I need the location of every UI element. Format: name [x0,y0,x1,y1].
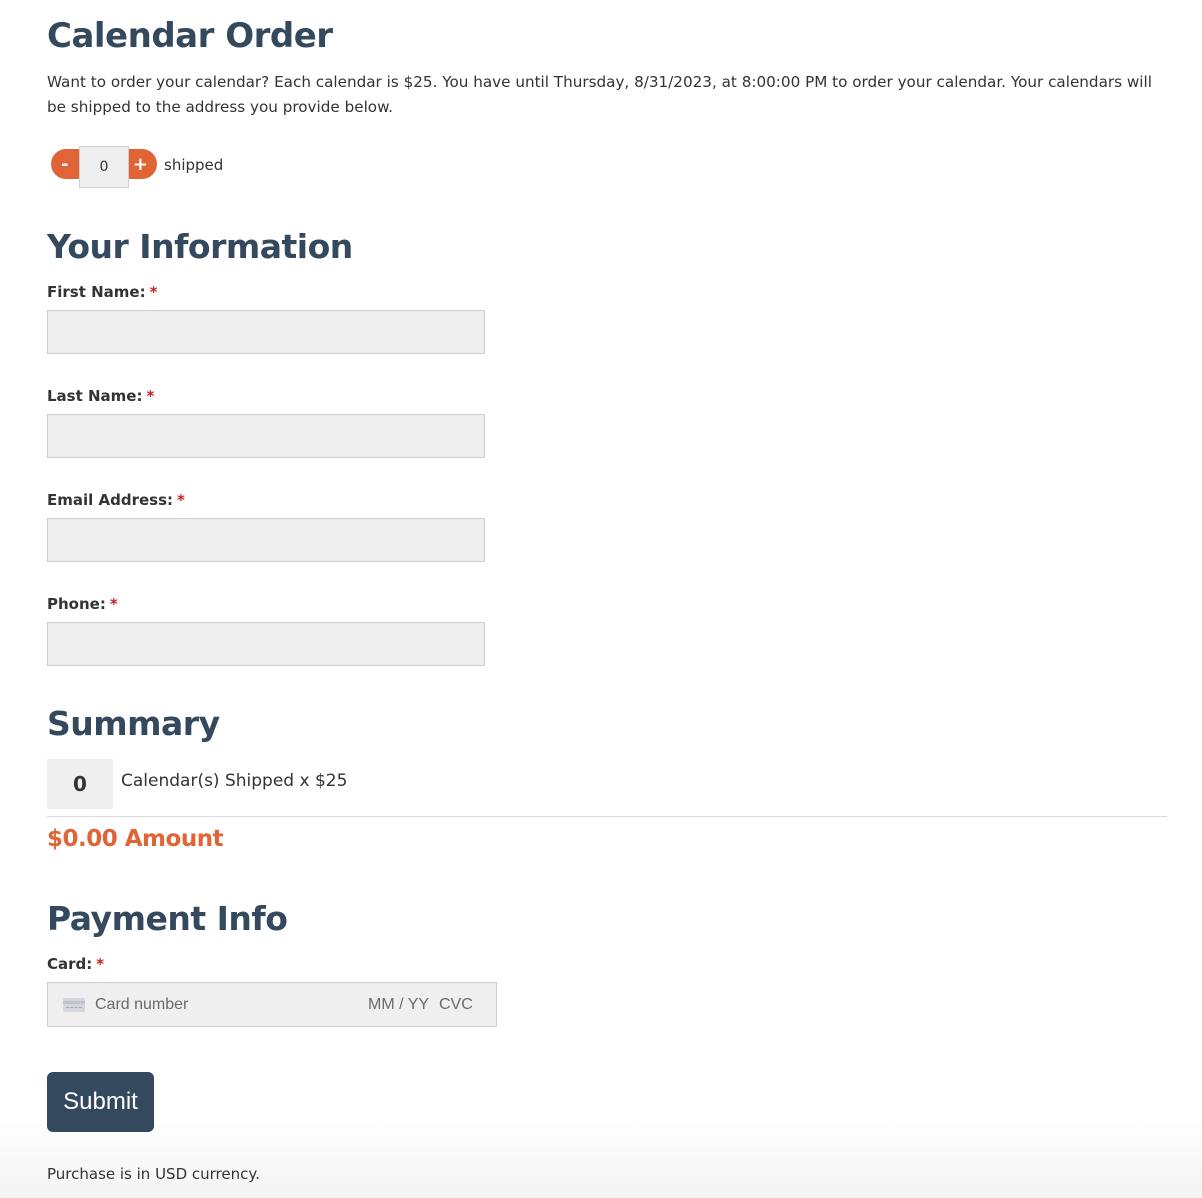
email-address-field[interactable] [47,518,485,562]
required-marker: * [96,955,105,973]
total-amount: $0.00 Amount [47,826,224,852]
card-cvc-field[interactable]: CVC [439,996,473,1014]
credit-card-icon [63,998,85,1012]
quantity-label: shipped [164,156,224,174]
last-name-label: Last Name: * [47,387,154,405]
required-marker: * [177,491,185,509]
card-label-text: Card: [47,955,93,973]
card-label: Card: * [47,955,104,973]
email-address-label: Email Address: * [47,491,185,509]
intro-text: Want to order your calendar? Each calend… [47,73,1152,116]
phone-label-text: Phone: [47,595,106,613]
summary-divider [47,816,1167,817]
quantity-row: - + shipped [51,146,223,188]
quantity-stepper: - + [51,146,157,188]
phone-label: Phone: * [47,595,118,613]
required-marker: * [109,595,118,613]
phone-field[interactable] [47,622,485,666]
submit-button[interactable]: Submit [47,1072,154,1132]
card-expiry-field[interactable]: MM / YY [368,996,429,1014]
your-information-heading: Your Information [47,227,353,266]
summary-heading: Summary [47,704,220,743]
first-name-label-text: First Name: [47,283,146,301]
card-input[interactable]: Card number MM / YY CVC [47,982,497,1027]
required-marker: * [146,387,155,405]
required-marker: * [149,283,158,301]
summary-count: 0 [47,759,113,809]
quantity-input[interactable] [79,146,129,188]
card-number-field[interactable]: Card number [95,996,188,1014]
currency-note: Purchase is in USD currency. [47,1165,260,1183]
first-name-field[interactable] [47,310,485,354]
last-name-field[interactable] [47,414,485,458]
email-address-label-text: Email Address: [47,491,174,509]
first-name-label: First Name: * [47,283,157,301]
last-name-label-text: Last Name: [47,387,143,405]
page-title: Calendar Order [47,16,333,56]
summary-description: Calendar(s) Shipped x $25 [121,771,348,791]
payment-info-heading: Payment Info [47,899,288,938]
